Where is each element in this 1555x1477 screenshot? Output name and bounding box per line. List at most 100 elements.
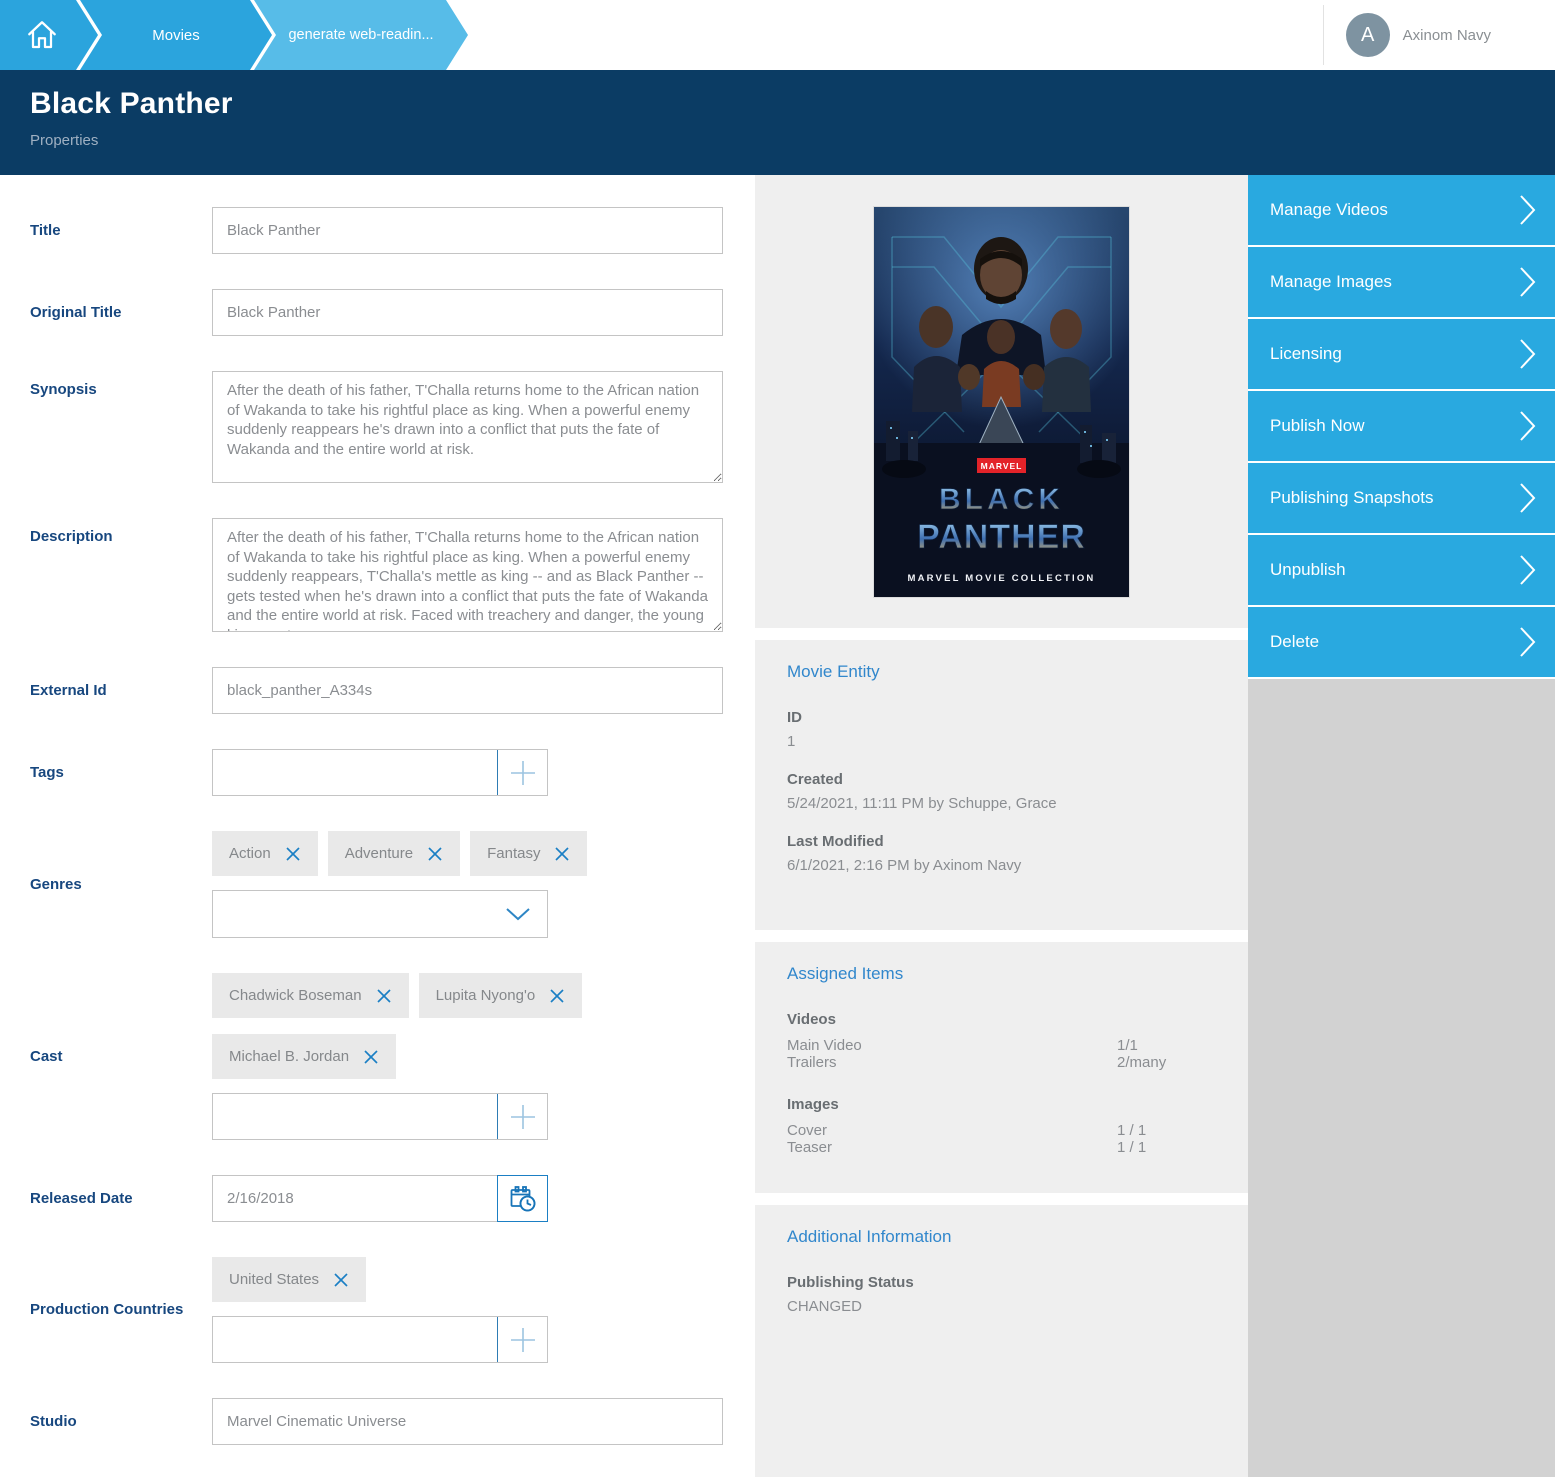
production-countries-input[interactable]: [213, 1317, 497, 1362]
original-title-input[interactable]: [212, 289, 723, 336]
remove-icon[interactable]: [333, 1272, 349, 1288]
assigned-items-heading: Assigned Items: [787, 964, 1216, 984]
entity-field: Last Modified 6/1/2021, 2:16 PM by Axino…: [787, 833, 1216, 874]
chip-label: Lupita Nyong'o: [436, 987, 536, 1004]
additional-info-heading: Additional Information: [787, 1227, 1216, 1247]
genres-row: Genres Action Adventure: [30, 831, 723, 938]
breadcrumb-label: Movies: [152, 27, 200, 44]
genres-chips: Action Adventure: [212, 831, 723, 876]
poster-section: MARVEL BLACK PANTHER MARVEL MOVIE COLLEC…: [755, 175, 1248, 628]
additional-info-section: Additional Information Publishing Status…: [755, 1205, 1248, 1477]
description-textarea[interactable]: After the death of his father, T'Challa …: [212, 518, 723, 632]
tags-input-group: [212, 749, 548, 796]
entity-field: Created 5/24/2021, 11:11 PM by Schuppe, …: [787, 771, 1216, 812]
properties-form: Title Original Title Synopsis After the …: [0, 175, 755, 1477]
movie-entity-section: Movie Entity ID 1 Created 5/24/2021, 11:…: [755, 640, 1248, 930]
avatar: A: [1346, 13, 1390, 57]
assigned-row-value: 1 / 1: [1117, 1122, 1216, 1139]
videos-group: Videos Main Video 1/1 Trailers 2/many: [787, 1011, 1216, 1071]
assigned-items-section: Assigned Items Videos Main Video 1/1 Tra…: [755, 942, 1248, 1193]
assigned-row-name: Teaser: [787, 1139, 1117, 1156]
action-button[interactable]: Manage Images: [1248, 247, 1555, 317]
cast-input[interactable]: [213, 1094, 497, 1139]
videos-group-label: Videos: [787, 1011, 1216, 1028]
add-country-button[interactable]: [497, 1317, 547, 1362]
original-title-row: Original Title: [30, 289, 723, 336]
action-button[interactable]: Delete: [1248, 607, 1555, 677]
cast-chips: Chadwick Boseman Lupita Nyong'o: [212, 973, 723, 1079]
entity-field-label: Created: [787, 771, 1216, 788]
synopsis-row: Synopsis After the death of his father, …: [30, 371, 723, 483]
action-button[interactable]: Publishing Snapshots: [1248, 463, 1555, 533]
title-label: Title: [30, 221, 212, 241]
poster-caption: MARVEL MOVIE COLLECTION: [907, 573, 1095, 584]
released-date-group: [212, 1175, 548, 1222]
entity-field-value: 1: [787, 733, 1216, 750]
title-input[interactable]: [212, 207, 723, 254]
chip-label: Adventure: [345, 845, 413, 862]
action-button[interactable]: Publish Now: [1248, 391, 1555, 461]
assigned-row-value: 1 / 1: [1117, 1139, 1216, 1156]
breadcrumb-bar: Movies generate web-readin... A Axinom N…: [0, 0, 1555, 70]
synopsis-textarea[interactable]: After the death of his father, T'Challa …: [212, 371, 723, 483]
assigned-row-name: Cover: [787, 1122, 1117, 1139]
info-panel: MARVEL BLACK PANTHER MARVEL MOVIE COLLEC…: [755, 175, 1248, 1477]
production-countries-row: Production Countries United States: [30, 1257, 723, 1363]
external-id-input[interactable]: [212, 667, 723, 714]
action-button-label: Manage Images: [1270, 272, 1392, 291]
action-button-label: Licensing: [1270, 344, 1342, 363]
external-id-row: External Id: [30, 667, 723, 714]
action-sidebar: Manage Videos Manage Images Licensing Pu…: [1248, 175, 1555, 1477]
genres-dropdown[interactable]: [212, 890, 548, 938]
page-header: Black Panther Properties: [0, 70, 1555, 175]
remove-icon[interactable]: [376, 988, 392, 1004]
production-countries-label: Production Countries: [30, 1300, 212, 1320]
studio-label: Studio: [30, 1412, 212, 1432]
action-button-label: Delete: [1270, 632, 1319, 651]
action-button[interactable]: Unpublish: [1248, 535, 1555, 605]
cast-row: Cast Chadwick Boseman Lupita: [30, 973, 723, 1140]
add-cast-button[interactable]: [497, 1094, 547, 1139]
breadcrumb-item-current[interactable]: generate web-readin...: [254, 0, 468, 70]
remove-icon[interactable]: [285, 846, 301, 862]
remove-icon[interactable]: [549, 988, 565, 1004]
chip-label: Fantasy: [487, 845, 540, 862]
assigned-row: Cover 1 / 1: [787, 1122, 1216, 1139]
genres-field: Action Adventure: [212, 831, 723, 938]
cast-label: Cast: [30, 1047, 212, 1067]
tags-row: Tags: [30, 749, 723, 796]
action-button[interactable]: Manage Videos: [1248, 175, 1555, 245]
original-title-label: Original Title: [30, 303, 212, 323]
chip-label: Michael B. Jordan: [229, 1048, 349, 1065]
tags-input[interactable]: [213, 750, 497, 795]
plus-icon: [509, 759, 537, 787]
tags-label: Tags: [30, 763, 212, 783]
entity-field-label: ID: [787, 709, 1216, 726]
released-date-input[interactable]: [212, 1175, 497, 1222]
action-button[interactable]: Licensing: [1248, 319, 1555, 389]
chevron-right-icon: [1519, 266, 1536, 298]
studio-input[interactable]: [212, 1398, 723, 1445]
remove-icon[interactable]: [554, 846, 570, 862]
add-tag-button[interactable]: [497, 750, 547, 795]
cast-chip: Chadwick Boseman: [212, 973, 409, 1018]
remove-icon[interactable]: [427, 846, 443, 862]
breadcrumb-home[interactable]: [0, 0, 98, 70]
movie-entity-heading: Movie Entity: [787, 662, 1216, 682]
date-picker-button[interactable]: [497, 1175, 548, 1222]
chip-label: United States: [229, 1271, 319, 1288]
movie-poster-image: MARVEL BLACK PANTHER MARVEL MOVIE COLLEC…: [874, 207, 1129, 597]
user-menu[interactable]: A Axinom Navy: [1323, 5, 1555, 65]
assigned-row: Teaser 1 / 1: [787, 1139, 1216, 1156]
action-button-label: Publish Now: [1270, 416, 1365, 435]
svg-text:MARVEL: MARVEL: [981, 461, 1023, 471]
user-name: Axinom Navy: [1403, 27, 1491, 44]
genre-chip: Adventure: [328, 831, 460, 876]
production-countries-input-group: [212, 1316, 548, 1363]
genres-label: Genres: [30, 875, 212, 895]
avatar-initial: A: [1361, 24, 1374, 47]
breadcrumb-item-movies[interactable]: Movies: [80, 0, 272, 70]
plus-icon: [509, 1326, 537, 1354]
remove-icon[interactable]: [363, 1049, 379, 1065]
page-subtitle: Properties: [30, 132, 1525, 149]
